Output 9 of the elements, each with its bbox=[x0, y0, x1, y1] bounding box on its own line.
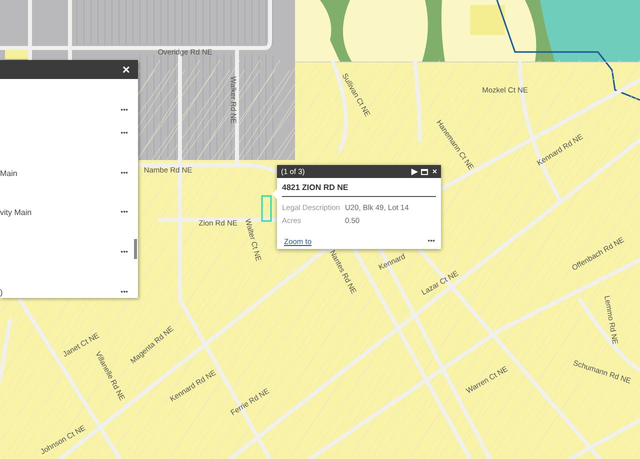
close-button[interactable]: × bbox=[432, 168, 437, 176]
layer-name: Main bbox=[0, 168, 18, 178]
layer-name: vity Main bbox=[0, 208, 32, 216]
layer-name: ) bbox=[0, 288, 3, 296]
popup-title: 4821 ZION RD NE bbox=[282, 183, 436, 197]
next-button[interactable]: ▶ bbox=[411, 168, 418, 176]
maximize-icon[interactable] bbox=[421, 168, 428, 174]
close-button[interactable]: × bbox=[120, 63, 132, 76]
scrollbar-thumb[interactable] bbox=[134, 239, 137, 259]
